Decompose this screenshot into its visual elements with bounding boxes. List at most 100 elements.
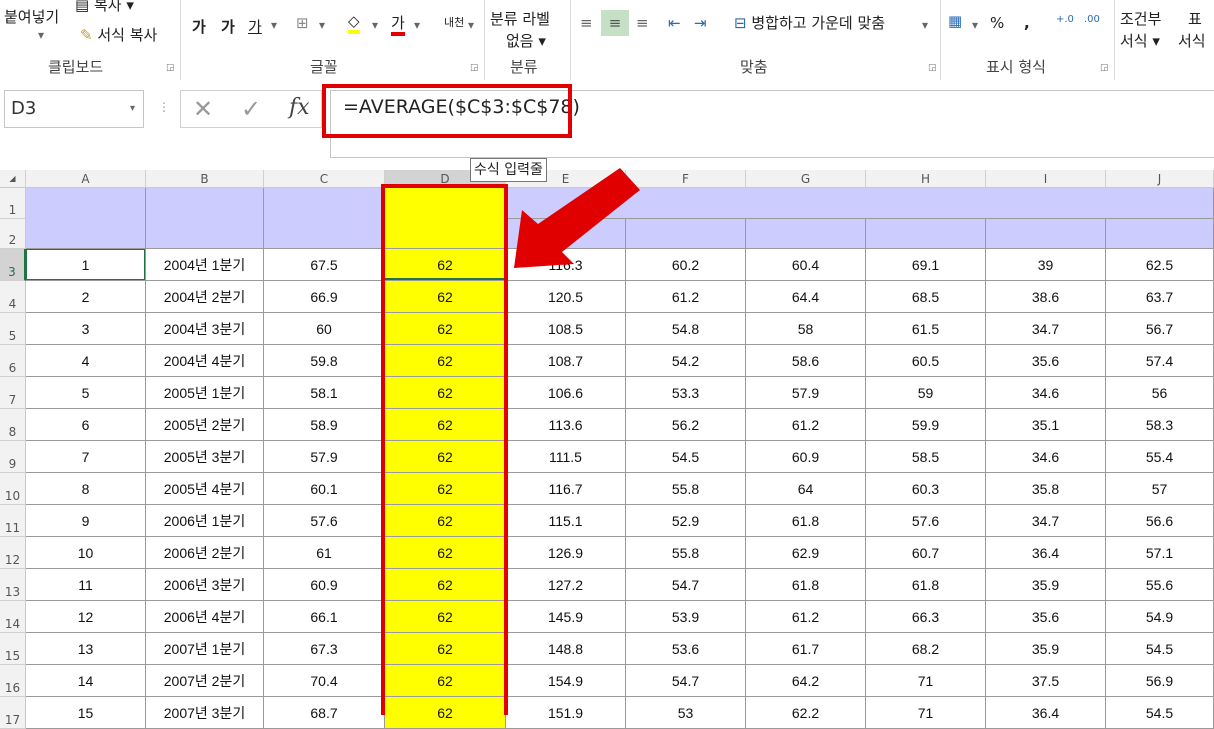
row-header-6[interactable]: 6 bbox=[0, 345, 26, 377]
cell-j6[interactable]: 57.4 bbox=[1106, 345, 1214, 377]
row-header-9[interactable]: 9 bbox=[0, 441, 26, 473]
cell-j11[interactable]: 56.6 bbox=[1106, 505, 1214, 537]
cell-g6[interactable]: 58.6 bbox=[746, 345, 866, 377]
cell-i10[interactable]: 35.8 bbox=[986, 473, 1106, 505]
row-header-4[interactable]: 4 bbox=[0, 281, 26, 313]
cell-e12[interactable]: 126.9 bbox=[506, 537, 626, 569]
column-header-j[interactable]: J bbox=[1106, 170, 1214, 188]
cell-e6[interactable]: 108.7 bbox=[506, 345, 626, 377]
cell-j16[interactable]: 56.9 bbox=[1106, 665, 1214, 697]
cell-i9[interactable]: 34.6 bbox=[986, 441, 1106, 473]
row-header-2[interactable]: 2 bbox=[0, 219, 26, 249]
cell-e10[interactable]: 116.7 bbox=[506, 473, 626, 505]
cell-i12[interactable]: 36.4 bbox=[986, 537, 1106, 569]
cell-h10[interactable]: 60.3 bbox=[866, 473, 986, 505]
header-city-5[interactable] bbox=[986, 219, 1106, 249]
cell-j13[interactable]: 55.6 bbox=[1106, 569, 1214, 601]
cell-j3[interactable]: 62.5 bbox=[1106, 249, 1214, 281]
conditional-format-button[interactable]: 조건부 bbox=[1120, 8, 1161, 29]
cell-b16[interactable]: 2007년 2분기 bbox=[146, 665, 264, 697]
cell-f17[interactable]: 53 bbox=[626, 697, 746, 729]
cell-e5[interactable]: 108.5 bbox=[506, 313, 626, 345]
cell-i7[interactable]: 34.6 bbox=[986, 377, 1106, 409]
cell-g12[interactable]: 62.9 bbox=[746, 537, 866, 569]
font-increase-button[interactable]: 가 bbox=[192, 16, 206, 37]
increase-decimal-icon[interactable]: +.0 bbox=[1056, 14, 1074, 25]
conditional-format-sub[interactable]: 서식 ▾ bbox=[1120, 30, 1160, 51]
row-header-3[interactable]: 3 bbox=[0, 249, 26, 281]
cell-g3[interactable]: 60.4 bbox=[746, 249, 866, 281]
cell-g10[interactable]: 64 bbox=[746, 473, 866, 505]
cell-i15[interactable]: 35.9 bbox=[986, 633, 1106, 665]
cell-i13[interactable]: 35.9 bbox=[986, 569, 1106, 601]
column-header-b[interactable]: B bbox=[146, 170, 264, 188]
cell-c13[interactable]: 60.9 bbox=[264, 569, 385, 601]
insert-function-icon[interactable]: fx bbox=[289, 95, 310, 120]
clipboard-launcher-icon[interactable]: ◲ bbox=[166, 63, 175, 73]
cell-b4[interactable]: 2004년 2분기 bbox=[146, 281, 264, 313]
cell-i8[interactable]: 35.1 bbox=[986, 409, 1106, 441]
fill-color-icon[interactable]: ◇ bbox=[348, 12, 360, 34]
merge-dropdown-icon[interactable]: ▾ bbox=[922, 18, 928, 32]
column-header-g[interactable]: G bbox=[746, 170, 866, 188]
number-launcher-icon[interactable]: ◲ bbox=[1100, 63, 1109, 73]
header-city-4[interactable] bbox=[866, 219, 986, 249]
table-format-button[interactable]: 표 bbox=[1188, 8, 1202, 29]
cell-i16[interactable]: 37.5 bbox=[986, 665, 1106, 697]
cell-c15[interactable]: 67.3 bbox=[264, 633, 385, 665]
table-format-sub[interactable]: 서식 bbox=[1178, 30, 1206, 51]
cell-g17[interactable]: 62.2 bbox=[746, 697, 866, 729]
increase-indent-icon[interactable]: ⇥ bbox=[694, 14, 707, 32]
merge-center-button[interactable]: ⊟ 병합하고 가운데 맞춤 bbox=[734, 12, 885, 33]
cell-a13[interactable]: 11 bbox=[26, 569, 146, 601]
cell-f10[interactable]: 55.8 bbox=[626, 473, 746, 505]
fill-dropdown-icon[interactable]: ▾ bbox=[372, 18, 378, 32]
cell-h7[interactable]: 59 bbox=[866, 377, 986, 409]
cell-h14[interactable]: 66.3 bbox=[866, 601, 986, 633]
name-box[interactable]: D3 ▾ bbox=[4, 90, 144, 128]
underline-button[interactable]: 가 bbox=[248, 16, 262, 37]
cell-c4[interactable]: 66.9 bbox=[264, 281, 385, 313]
cell-c11[interactable]: 57.6 bbox=[264, 505, 385, 537]
row-header-12[interactable]: 12 bbox=[0, 537, 26, 569]
header-city-3[interactable] bbox=[746, 219, 866, 249]
font-launcher-icon[interactable]: ◲ bbox=[470, 63, 479, 73]
cell-i17[interactable]: 36.4 bbox=[986, 697, 1106, 729]
cell-b10[interactable]: 2005년 4분기 bbox=[146, 473, 264, 505]
cell-c3[interactable]: 67.5 bbox=[264, 249, 385, 281]
row-header-7[interactable]: 7 bbox=[0, 377, 26, 409]
cell-j9[interactable]: 55.4 bbox=[1106, 441, 1214, 473]
header-city-6[interactable] bbox=[1106, 219, 1214, 249]
cell-b11[interactable]: 2006년 1분기 bbox=[146, 505, 264, 537]
cell-e9[interactable]: 111.5 bbox=[506, 441, 626, 473]
cell-h15[interactable]: 68.2 bbox=[866, 633, 986, 665]
cell-h3[interactable]: 69.1 bbox=[866, 249, 986, 281]
cell-g5[interactable]: 58 bbox=[746, 313, 866, 345]
cell-a7[interactable]: 5 bbox=[26, 377, 146, 409]
cell-a14[interactable]: 12 bbox=[26, 601, 146, 633]
cell-h9[interactable]: 58.5 bbox=[866, 441, 986, 473]
select-all-corner[interactable]: ◢ bbox=[0, 170, 26, 188]
row-header-10[interactable]: 10 bbox=[0, 473, 26, 505]
cell-f7[interactable]: 53.3 bbox=[626, 377, 746, 409]
cell-h6[interactable]: 60.5 bbox=[866, 345, 986, 377]
decrease-indent-icon[interactable]: ⇤ bbox=[668, 14, 681, 32]
cell-b12[interactable]: 2006년 2분기 bbox=[146, 537, 264, 569]
row-header-1[interactable]: 1 bbox=[0, 188, 26, 219]
cell-g13[interactable]: 61.8 bbox=[746, 569, 866, 601]
cell-f15[interactable]: 53.6 bbox=[626, 633, 746, 665]
cell-b13[interactable]: 2006년 3분기 bbox=[146, 569, 264, 601]
copy-button[interactable]: ▤ 복사 ▾ bbox=[75, 0, 134, 15]
cell-f11[interactable]: 52.9 bbox=[626, 505, 746, 537]
cell-i6[interactable]: 35.6 bbox=[986, 345, 1106, 377]
cell-c6[interactable]: 59.8 bbox=[264, 345, 385, 377]
cell-c14[interactable]: 66.1 bbox=[264, 601, 385, 633]
cell-f4[interactable]: 61.2 bbox=[626, 281, 746, 313]
cell-c5[interactable]: 60 bbox=[264, 313, 385, 345]
cell-g16[interactable]: 64.2 bbox=[746, 665, 866, 697]
cell-h13[interactable]: 61.8 bbox=[866, 569, 986, 601]
row-header-8[interactable]: 8 bbox=[0, 409, 26, 441]
column-header-c[interactable]: C bbox=[264, 170, 385, 188]
cell-f13[interactable]: 54.7 bbox=[626, 569, 746, 601]
cell-a6[interactable]: 4 bbox=[26, 345, 146, 377]
